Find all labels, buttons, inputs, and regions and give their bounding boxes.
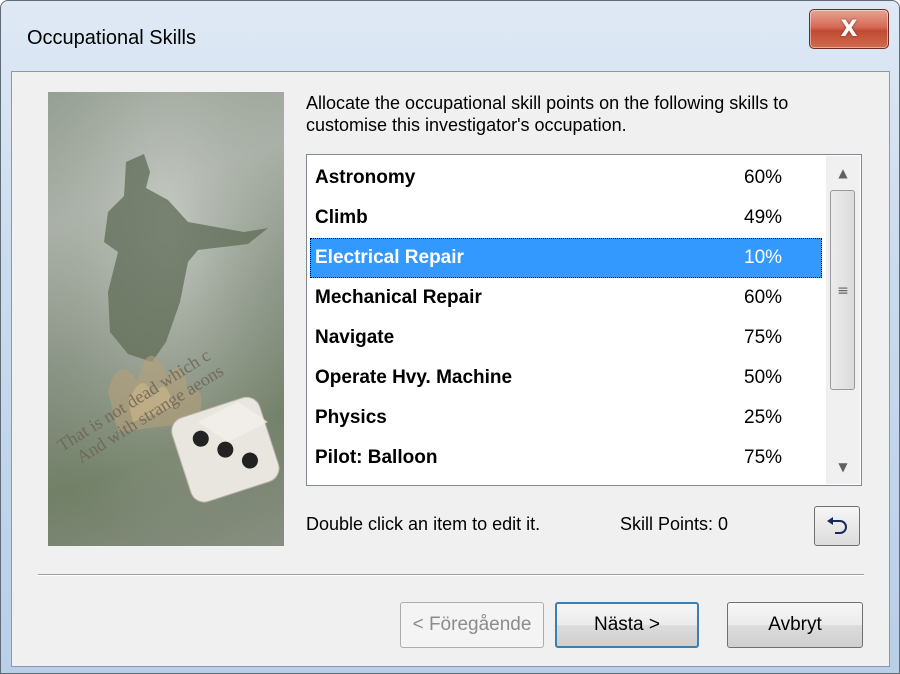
skill-name: Electrical Repair	[315, 247, 464, 268]
scroll-thumb[interactable]: ≡	[830, 190, 855, 390]
skill-value: 49%	[744, 207, 783, 228]
skill-points-label: Skill Points: 0	[620, 514, 729, 534]
skill-value: 75%	[744, 447, 783, 468]
skill-row-mechanical-repair[interactable]: Mechanical Repair 60%	[310, 278, 822, 318]
skill-value: 60%	[744, 287, 783, 308]
skills-scrollbar[interactable]: ▲ ≡ ▼	[826, 156, 860, 484]
illustration-graphic: That is not dead which c And with strang…	[48, 92, 284, 546]
skill-row-navigate[interactable]: Navigate 75%	[310, 318, 822, 358]
skill-name: Climb	[315, 207, 368, 228]
skill-value: 50%	[744, 367, 783, 388]
arrow-up-icon: ▲	[838, 166, 848, 180]
skill-name: Mechanical Repair	[315, 287, 482, 308]
back-button[interactable]: < Föregående	[400, 602, 544, 648]
skill-name: Physics	[315, 407, 387, 428]
skill-value: 10%	[744, 247, 783, 268]
skill-row-electrical-repair[interactable]: Electrical Repair 10%	[310, 238, 822, 278]
skill-value: 75%	[744, 327, 783, 348]
skill-row-climb[interactable]: Climb 49%	[310, 198, 822, 238]
side-illustration: That is not dead which c And with strang…	[48, 92, 284, 546]
title-bar[interactable]: Occupational Skills X	[1, 1, 899, 71]
dialog-window: Occupational Skills X That is not dead w…	[0, 0, 900, 674]
close-icon: X	[840, 16, 858, 42]
skill-row-astronomy[interactable]: Astronomy 60%	[310, 158, 822, 198]
cancel-button[interactable]: Avbryt	[727, 602, 863, 648]
skill-name: Pilot: Balloon	[315, 447, 438, 468]
edit-hint: Double click an item to edit it.	[306, 514, 541, 534]
window-title: Occupational Skills	[27, 27, 196, 49]
skills-list: Astronomy 60% Climb 49% Electrical Repai…	[310, 158, 822, 478]
next-button[interactable]: Nästa >	[555, 602, 699, 648]
skills-listbox[interactable]: Astronomy 60% Climb 49% Electrical Repai…	[306, 154, 862, 486]
skill-name: Navigate	[315, 327, 395, 348]
dialog-body: That is not dead which c And with strang…	[11, 71, 890, 667]
grip-icon: ≡	[837, 283, 849, 299]
instructions-text: Allocate the occupational skill points o…	[306, 93, 789, 135]
separator-line	[38, 574, 864, 576]
arrow-down-icon: ▼	[838, 460, 848, 474]
scroll-up-button[interactable]: ▲	[826, 156, 860, 190]
skill-row-physics[interactable]: Physics 25%	[310, 398, 822, 438]
scroll-down-button[interactable]: ▼	[826, 450, 860, 484]
skill-row-pilot-balloon[interactable]: Pilot: Balloon 75%	[310, 438, 822, 478]
skill-row-operate-hvy-machine[interactable]: Operate Hvy. Machine 50%	[310, 358, 822, 398]
close-button[interactable]: X	[809, 9, 889, 49]
skill-name: Operate Hvy. Machine	[315, 367, 513, 388]
undo-icon	[827, 517, 847, 534]
skill-value: 25%	[744, 407, 783, 428]
skill-name: Astronomy	[315, 167, 416, 188]
skill-value: 60%	[744, 167, 783, 188]
undo-button[interactable]	[814, 506, 860, 546]
